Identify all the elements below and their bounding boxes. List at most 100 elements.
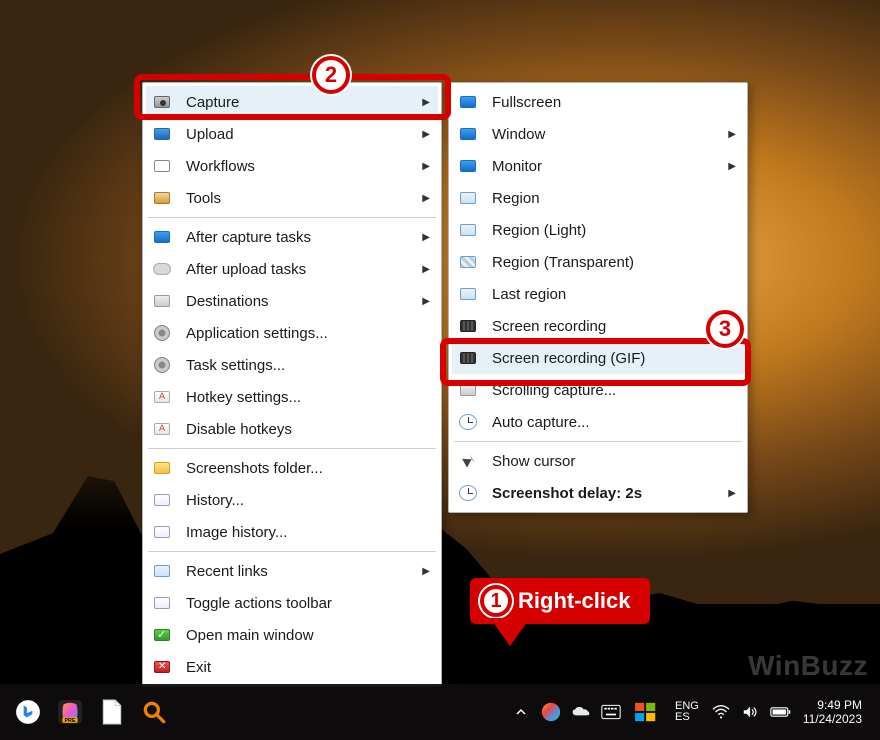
menu-item-label: Capture xyxy=(186,94,422,111)
tray-chevron-icon[interactable] xyxy=(507,692,535,732)
doc-icon xyxy=(150,490,174,510)
submenu-arrow-icon: ▶ xyxy=(728,129,736,140)
submenu-item-label: Screen recording xyxy=(492,318,736,335)
menu-item-open-main-window[interactable]: Open main window xyxy=(146,619,438,651)
svg-text:PRE: PRE xyxy=(64,718,76,724)
taskbar-date: 11/24/2023 xyxy=(803,712,862,726)
submenu-arrow-icon: ▶ xyxy=(422,129,430,140)
watermark: WinBuzz xyxy=(748,650,868,682)
blue-icon xyxy=(150,227,174,247)
copilot-pre-icon[interactable]: PRE xyxy=(50,692,90,732)
system-tray: ENG ES 9:49 PM 11/24/2023 xyxy=(507,692,872,732)
submenu-item-label: Last region xyxy=(492,286,736,303)
key-icon xyxy=(150,387,174,407)
submenu-item-show-cursor[interactable]: Show cursor xyxy=(452,445,744,477)
submenu-arrow-icon: ▶ xyxy=(422,161,430,172)
menu-item-destinations[interactable]: Destinations▶ xyxy=(146,285,438,317)
submenu-item-last-region[interactable]: Last region xyxy=(452,278,744,310)
submenu-arrow-icon: ▶ xyxy=(422,296,430,307)
callout-number-2: 2 xyxy=(312,56,350,94)
menu-item-workflows[interactable]: Workflows▶ xyxy=(146,150,438,182)
onedrive-tray-icon[interactable] xyxy=(567,692,595,732)
taskbar-pinned: PRE xyxy=(8,692,174,732)
callout-tail-1 xyxy=(490,618,530,646)
battery-tray-icon[interactable] xyxy=(767,692,795,732)
menu-separator xyxy=(148,217,436,218)
submenu-item-label: Screenshot delay: 2s xyxy=(492,485,728,502)
menu-item-after-upload-tasks[interactable]: After upload tasks▶ xyxy=(146,253,438,285)
upload-icon xyxy=(150,124,174,144)
search-icon[interactable] xyxy=(134,692,174,732)
blue-icon xyxy=(456,124,480,144)
submenu-item-scrolling-capture[interactable]: Scrolling capture... xyxy=(452,374,744,406)
camera-icon xyxy=(150,92,174,112)
submenu-item-screenshot-delay-2s[interactable]: Screenshot delay: 2s▶ xyxy=(452,477,744,509)
windows-copilot-tray-icon[interactable] xyxy=(627,692,667,732)
blue-icon xyxy=(456,156,480,176)
submenu-item-label: Region xyxy=(492,190,736,207)
submenu-item-screen-recording-gif[interactable]: Screen recording (GIF) xyxy=(452,342,744,374)
submenu-item-screen-recording[interactable]: Screen recording xyxy=(452,310,744,342)
submenu-arrow-icon: ▶ xyxy=(422,566,430,577)
menu-item-task-settings[interactable]: Task settings... xyxy=(146,349,438,381)
menu-item-screenshots-folder[interactable]: Screenshots folder... xyxy=(146,452,438,484)
submenu-arrow-icon: ▶ xyxy=(728,161,736,172)
wifi-tray-icon[interactable] xyxy=(707,692,735,732)
menu-item-disable-hotkeys[interactable]: Disable hotkeys xyxy=(146,413,438,445)
menu-item-upload[interactable]: Upload▶ xyxy=(146,118,438,150)
bing-chat-icon[interactable] xyxy=(8,692,48,732)
volume-tray-icon[interactable] xyxy=(737,692,765,732)
menu-item-label: Open main window xyxy=(186,627,430,644)
submenu-item-region-transparent[interactable]: Region (Transparent) xyxy=(452,246,744,278)
menu-item-exit[interactable]: Exit xyxy=(146,651,438,683)
menu-item-after-capture-tasks[interactable]: After capture tasks▶ xyxy=(146,221,438,253)
film-icon xyxy=(456,316,480,336)
grid-icon xyxy=(150,156,174,176)
file-icon[interactable] xyxy=(92,692,132,732)
folder-icon xyxy=(150,458,174,478)
doc-icon xyxy=(150,522,174,542)
submenu-item-label: Region (Light) xyxy=(492,222,736,239)
menu-item-label: Task settings... xyxy=(186,357,430,374)
menu-separator xyxy=(148,551,436,552)
menu-item-application-settings[interactable]: Application settings... xyxy=(146,317,438,349)
submenu-item-label: Auto capture... xyxy=(492,414,736,431)
menu-item-label: Toggle actions toolbar xyxy=(186,595,430,612)
language-indicator[interactable]: ENG ES xyxy=(669,701,705,723)
taskbar-clock[interactable]: 9:49 PM 11/24/2023 xyxy=(797,698,872,726)
menu-item-recent-links[interactable]: Recent links▶ xyxy=(146,555,438,587)
gray-icon xyxy=(150,291,174,311)
menu-item-label: Exit xyxy=(186,659,430,676)
menu-item-history[interactable]: History... xyxy=(146,484,438,516)
menu-item-label: Disable hotkeys xyxy=(186,421,430,438)
touchkeyboard-tray-icon[interactable] xyxy=(597,692,625,732)
gear-icon xyxy=(150,323,174,343)
submenu-item-label: Scrolling capture... xyxy=(492,382,736,399)
gray-icon xyxy=(456,380,480,400)
language-line2: ES xyxy=(675,712,699,723)
key-icon xyxy=(150,419,174,439)
menu-item-toggle-actions-toolbar[interactable]: Toggle actions toolbar xyxy=(146,587,438,619)
clock-icon xyxy=(456,483,480,503)
generic-icon xyxy=(456,220,480,240)
menu-item-label: Hotkey settings... xyxy=(186,389,430,406)
generic-icon xyxy=(456,284,480,304)
capture-submenu: FullscreenWindow▶Monitor▶ Region Region (L… xyxy=(448,82,748,513)
sharex-tray-icon[interactable] xyxy=(537,692,565,732)
film-icon xyxy=(456,348,480,368)
menu-item-image-history[interactable]: Image history... xyxy=(146,516,438,548)
submenu-item-monitor[interactable]: Monitor▶ xyxy=(452,150,744,182)
menu-item-label: Upload xyxy=(186,126,422,143)
gear-icon xyxy=(150,355,174,375)
cursor-icon xyxy=(456,451,480,471)
callout-number-1: 1 xyxy=(480,585,512,617)
submenu-arrow-icon: ▶ xyxy=(422,193,430,204)
menu-item-capture[interactable]: Capture▶ xyxy=(146,86,438,118)
submenu-item-region[interactable]: Region xyxy=(452,182,744,214)
submenu-item-window[interactable]: Window▶ xyxy=(452,118,744,150)
menu-item-tools[interactable]: Tools▶ xyxy=(146,182,438,214)
submenu-item-region-light[interactable]: Region (Light) xyxy=(452,214,744,246)
submenu-item-fullscreen[interactable]: Fullscreen xyxy=(452,86,744,118)
menu-item-hotkey-settings[interactable]: Hotkey settings... xyxy=(146,381,438,413)
submenu-item-auto-capture[interactable]: Auto capture... xyxy=(452,406,744,438)
